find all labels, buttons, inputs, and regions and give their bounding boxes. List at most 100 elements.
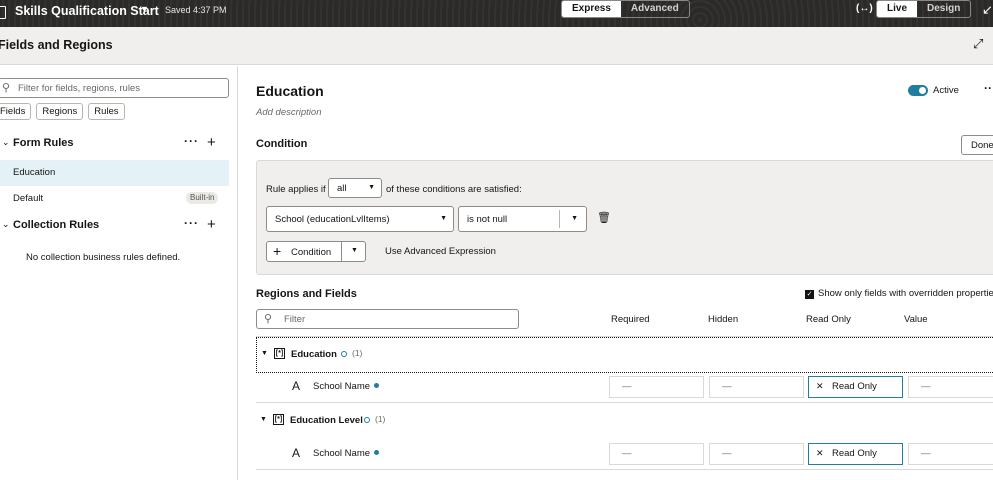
advanced-expression-link[interactable]: Use Advanced Expression [385, 246, 496, 257]
tab-express[interactable]: Express [562, 1, 621, 17]
collection-rules-header[interactable]: ⌄ Collection Rules ··· + [0, 216, 238, 236]
done-button[interactable]: Done [961, 135, 993, 155]
search-icon: ⚲ [264, 313, 273, 325]
value-value: — [921, 448, 931, 459]
divider [341, 242, 342, 261]
required-cell[interactable]: — [609, 376, 704, 398]
required-value: — [622, 381, 632, 392]
status-dot-icon [374, 450, 379, 455]
hidden-cell[interactable]: — [709, 443, 804, 465]
panel-title: Fields and Regions [0, 38, 113, 52]
active-toggle[interactable] [908, 85, 928, 96]
mode-switcher: Express Advanced [561, 0, 690, 18]
form-rules-header[interactable]: ⌄ Form Rules ··· + [0, 134, 238, 154]
field-select[interactable]: School (educationLvlItems) ▼ [266, 206, 454, 232]
region-count: (1) [352, 348, 363, 358]
region-label: Education [291, 349, 337, 360]
panel-header: Fields and Regions ⤢ [0, 27, 993, 65]
more-icon[interactable]: ··· [184, 134, 199, 148]
applies-select[interactable]: all ▼ [328, 178, 382, 198]
chevron-down-icon: ▼ [368, 184, 375, 191]
hidden-cell[interactable]: — [709, 376, 804, 398]
required-cell[interactable]: — [609, 443, 704, 465]
chip-rules[interactable]: Rules [88, 103, 125, 120]
sidebar: ⚲ Fields Regions Rules ⌄ Form Rules ··· … [0, 66, 238, 480]
region-row[interactable]: ▼ [*] Education Level (1) [256, 404, 993, 440]
applies-prefix: Rule applies if [266, 184, 326, 195]
applies-value: all [337, 183, 347, 194]
add-condition-label: Condition [291, 247, 332, 258]
search-icon: ⚲ [2, 82, 11, 94]
operator-select[interactable]: is not null ▼ [458, 206, 587, 232]
field-row[interactable]: A School Name — — ✕ Read Only — [256, 438, 993, 470]
caret-down-icon[interactable]: ▼ [260, 416, 267, 423]
filter-input[interactable] [284, 312, 514, 326]
regions-fields-title: Regions and Fields [256, 288, 357, 300]
sidebar-search: ⚲ [0, 78, 229, 98]
rule-item-default[interactable]: Default Built-in [0, 186, 229, 212]
expand-icon[interactable]: ⤢ [973, 36, 983, 52]
chevron-down-icon[interactable]: ⌄ [2, 137, 10, 148]
read-only-cell[interactable]: ✕ Read Only [808, 443, 903, 465]
undo-icon[interactable]: ↙ [982, 2, 993, 18]
override-label: Show only fields with overridden propert… [818, 288, 993, 299]
rule-item-label: Default [13, 193, 44, 204]
main-content: Education Add description Active ·· Cond… [239, 66, 993, 480]
column-header-hidden: Hidden [708, 314, 739, 325]
more-icon[interactable]: ··· [184, 216, 199, 230]
text-field-icon: A [292, 446, 301, 460]
tab-design[interactable]: Design [917, 1, 970, 17]
chevron-down-icon[interactable]: ⌄ [2, 219, 10, 230]
saved-status: Saved 4:37 PM [165, 5, 227, 15]
top-bar: Skills Qualification Start ▼ Saved 4:37 … [0, 0, 993, 27]
caret-down-icon[interactable]: ▼ [261, 350, 268, 357]
value-value: — [921, 381, 931, 392]
active-label: Active [933, 85, 959, 96]
value-cell[interactable]: — [908, 376, 993, 398]
status-dot-icon [374, 383, 379, 388]
add-condition-button[interactable]: + Condition ▼ [266, 241, 366, 262]
chevron-down-icon: ▼ [571, 215, 578, 222]
chevron-down-icon[interactable]: ▼ [140, 4, 149, 14]
region-icon: [*] [273, 414, 284, 425]
filter-chips: Fields Regions Rules [0, 103, 125, 120]
delete-icon[interactable]: 🗑 [597, 211, 611, 224]
more-icon[interactable]: ·· [984, 81, 992, 95]
override-checkbox[interactable]: ✓ [805, 290, 814, 299]
chevron-down-icon[interactable]: ▼ [351, 247, 358, 254]
collection-rules-title: Collection Rules [13, 219, 100, 231]
rule-item-education[interactable]: Education [0, 160, 229, 186]
code-icon[interactable]: (↔) [856, 3, 873, 14]
read-only-icon: ✕ [816, 448, 824, 458]
region-label: Education Level [290, 415, 363, 426]
condition-panel: Rule applies if all ▼ of these condition… [256, 160, 993, 275]
region-count: (1) [375, 414, 386, 424]
field-label: School Name [313, 448, 371, 459]
tab-advanced[interactable]: Advanced [621, 1, 689, 17]
chip-regions[interactable]: Regions [36, 103, 84, 120]
value-cell[interactable]: — [908, 443, 993, 465]
description-field[interactable]: Add description [256, 107, 321, 118]
read-only-value: Read Only [832, 448, 877, 459]
read-only-cell[interactable]: ✕ Read Only [808, 376, 903, 398]
chevron-down-icon: ▼ [440, 215, 447, 222]
app-title: Skills Qualification Start [15, 4, 159, 18]
tab-live[interactable]: Live [877, 1, 918, 17]
view-switcher: Live Design [876, 0, 972, 18]
add-icon[interactable]: + [207, 216, 216, 233]
rule-title: Education [256, 83, 324, 99]
built-in-badge: Built-in [186, 192, 219, 204]
search-input[interactable] [18, 81, 223, 95]
read-only-icon: ✕ [816, 381, 824, 391]
column-header-read-only: Read Only [806, 314, 851, 325]
applies-suffix: of these conditions are satisfied: [386, 184, 522, 195]
regions-filter: ⚲ [256, 309, 519, 329]
condition-title: Condition [256, 138, 308, 150]
chip-fields[interactable]: Fields [0, 103, 32, 120]
divider [559, 210, 560, 228]
add-icon[interactable]: + [207, 134, 216, 151]
page-icon [0, 6, 6, 19]
field-row[interactable]: A School Name — — ✕ Read Only — [256, 371, 993, 403]
read-only-value: Read Only [832, 381, 877, 392]
region-row[interactable]: ▼ [*] Education (1) [256, 337, 993, 373]
